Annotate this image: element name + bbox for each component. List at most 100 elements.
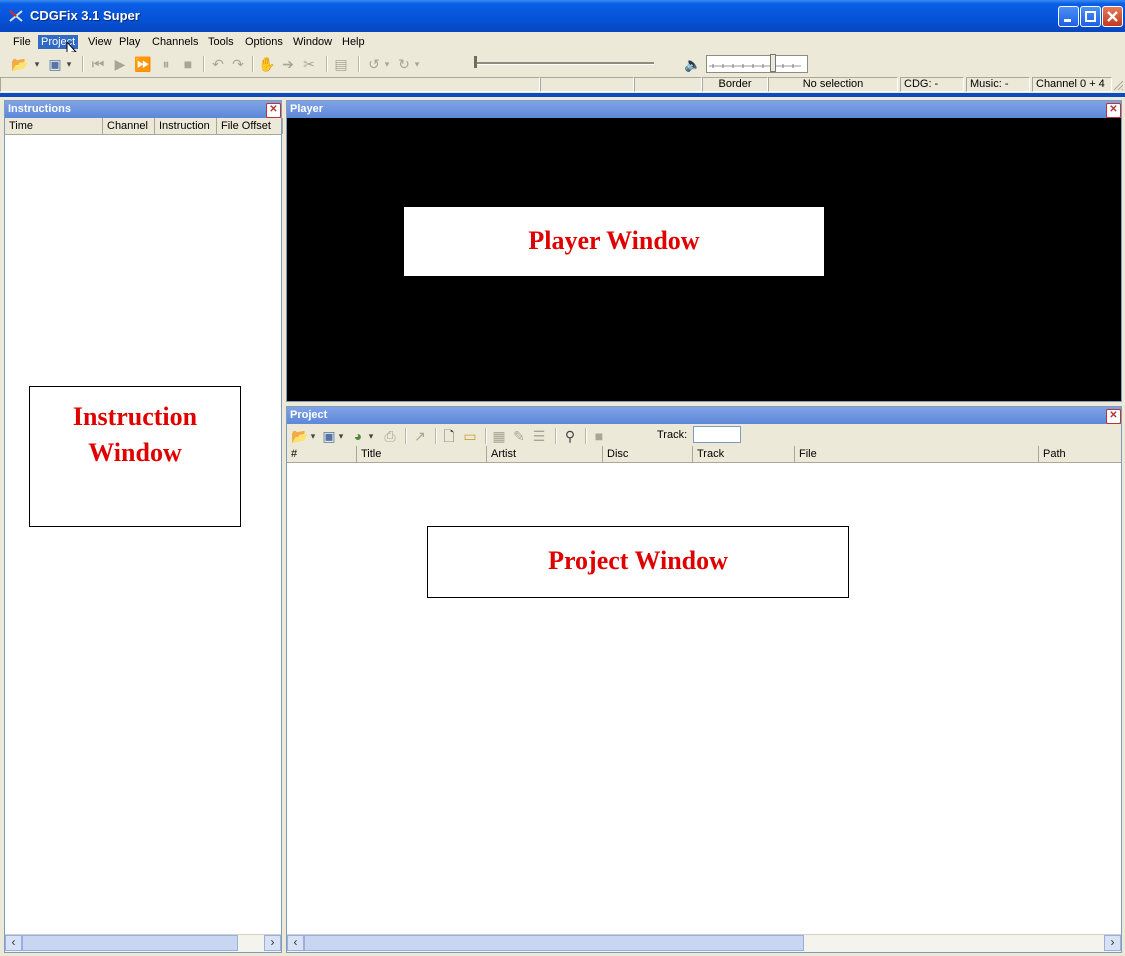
instructions-panel: Instructions ✕ Time Channel Instruction … [4,100,283,953]
hand-icon[interactable]: ✋ [258,55,276,73]
status-pane-empty-3 [634,77,702,92]
status-pane-empty-1 [0,77,540,92]
menu-view[interactable]: View [85,35,115,49]
minimize-button[interactable] [1058,6,1079,27]
instructions-header: Time Channel Instruction File Offset [5,118,283,135]
project-scroll-left-arrow[interactable]: ‹ [287,935,304,951]
status-cdg: CDG: - [900,77,964,92]
instructions-caption: Instructions ✕ [5,101,281,118]
redo-icon[interactable]: ↻ [396,55,412,73]
volume-slider-thumb[interactable] [770,54,776,72]
project-panel: Project ✕ 📂 ▾ ▣ ▾ ◕ ▾ ⎙ ↗ 🗋 ▭ ▦ ✎ ☰ ⚲ ■ … [286,406,1122,953]
project-open-dropdown-icon[interactable]: ▾ [309,427,317,445]
status-selection: No selection [768,77,898,92]
col-time[interactable]: Time [5,118,103,134]
menu-help[interactable]: Help [339,35,368,49]
scroll-left-arrow[interactable]: ‹ [5,935,22,951]
col-disc[interactable]: Disc [603,446,693,462]
player-caption: Player ✕ [287,101,1121,118]
project-list-icon[interactable]: ☰ [531,427,547,445]
step-forward-icon[interactable]: ↷ [230,55,246,73]
status-music: Music: - [966,77,1030,92]
pause-icon[interactable]: ⏸ [158,55,174,73]
instructions-title: Instructions [8,103,71,115]
project-stop-icon[interactable]: ■ [591,427,607,445]
play-icon[interactable]: ▶ [112,55,128,73]
title-bar[interactable]: CDGFix 3.1 Super [0,0,1125,32]
status-bar: Border No selection CDG: - Music: - Chan… [0,77,1125,93]
col-title[interactable]: Title [357,446,487,462]
app-icon [8,8,24,24]
project-window-annotation: Project Window [427,526,849,598]
project-scroll-right-arrow[interactable]: › [1104,935,1121,951]
position-slider-thumb[interactable] [474,56,477,68]
scroll-thumb[interactable] [22,935,238,951]
step-back-icon[interactable]: ↶ [210,55,226,73]
project-import-dropdown-icon[interactable]: ▾ [367,427,375,445]
resize-grip-icon[interactable] [1112,79,1124,91]
status-pane-empty-2 [540,77,634,92]
menu-bar: File Project View Play Channels Tools Op… [0,33,1125,60]
speaker-icon[interactable]: 🔈 [684,55,702,73]
track-input[interactable] [693,426,741,443]
properties-icon[interactable]: ▤ [332,55,350,73]
status-channel: Channel 0 + 4 [1032,77,1112,92]
menu-channels[interactable]: Channels [149,35,201,49]
project-folder-icon[interactable]: ▭ [461,427,479,445]
arrow-right-icon[interactable]: ➔ [280,55,296,73]
position-slider[interactable] [474,62,654,65]
save-icon[interactable]: ▣ [46,55,64,73]
project-toolbar: 📂 ▾ ▣ ▾ ◕ ▾ ⎙ ↗ 🗋 ▭ ▦ ✎ ☰ ⚲ ■ Track: [287,424,1121,446]
fast-forward-icon[interactable]: ⏩ [134,55,151,73]
project-redo-arrow-icon[interactable]: ↗ [411,427,429,445]
player-close-icon[interactable]: ✕ [1106,103,1121,118]
save-dropdown-icon[interactable]: ▾ [64,55,74,73]
redo-dropdown-icon[interactable]: ▾ [412,55,422,73]
col-file-offset[interactable]: File Offset [217,118,283,134]
project-new-icon[interactable]: 🗋 [441,427,457,445]
menu-options[interactable]: Options [242,35,286,49]
project-print-icon[interactable]: ⎙ [381,427,399,445]
menu-tools[interactable]: Tools [205,35,237,49]
maximize-button[interactable] [1080,6,1101,27]
undo-icon[interactable]: ↺ [366,55,382,73]
instructions-close-icon[interactable]: ✕ [266,103,281,118]
menu-window[interactable]: Window [290,35,335,49]
project-import-icon[interactable]: ◕ [349,427,367,445]
wand-icon[interactable]: ✂ [300,55,318,73]
instruction-window-annotation: Instruction Window [29,386,241,527]
col-instruction[interactable]: Instruction [155,118,217,134]
col-channel[interactable]: Channel [103,118,155,134]
col-track[interactable]: Track [693,446,795,462]
project-open-icon[interactable]: 📂 [291,427,309,445]
project-close-icon[interactable]: ✕ [1106,409,1121,424]
project-save-icon[interactable]: ▣ [321,427,337,445]
player-title: Player [290,103,324,115]
open-folder-icon[interactable]: 📂 [8,55,32,73]
instructions-hscrollbar[interactable]: ‹ › [5,934,281,952]
main-toolbar: 📂 ▾ ▣ ▾ ⏮ ▶ ⏩ ⏸ ■ ↶ ↷ ✋ ➔ ✂ ▤ ↺ ▾ ↻ ▾ 🔈 [0,52,1125,76]
project-header: # Title Artist Disc Track File Path [287,446,1121,463]
col-path[interactable]: Path [1039,446,1121,462]
open-dropdown-icon[interactable]: ▾ [32,55,42,73]
volume-slider[interactable] [706,55,808,73]
project-edit-icon[interactable]: ✎ [511,427,527,445]
app-window: CDGFix 3.1 Super File Project View Play … [0,0,1125,956]
project-title: Project [290,409,328,421]
col-file[interactable]: File [795,446,1039,462]
scroll-right-arrow[interactable]: › [264,935,281,951]
close-button[interactable] [1102,6,1123,27]
col-artist[interactable]: Artist [487,446,603,462]
project-hscrollbar[interactable]: ‹ › [287,934,1121,952]
project-save-dropdown-icon[interactable]: ▾ [337,427,345,445]
project-grid-icon[interactable]: ▦ [491,427,507,445]
menu-file[interactable]: File [10,35,34,49]
project-caption: Project ✕ [287,407,1121,424]
project-find-icon[interactable]: ⚲ [561,427,579,445]
undo-dropdown-icon[interactable]: ▾ [382,55,392,73]
stop-icon[interactable]: ■ [180,55,196,73]
col-number[interactable]: # [287,446,357,462]
menu-play[interactable]: Play [116,35,143,49]
project-scroll-thumb[interactable] [304,935,804,951]
skip-start-icon[interactable]: ⏮ [90,55,106,73]
